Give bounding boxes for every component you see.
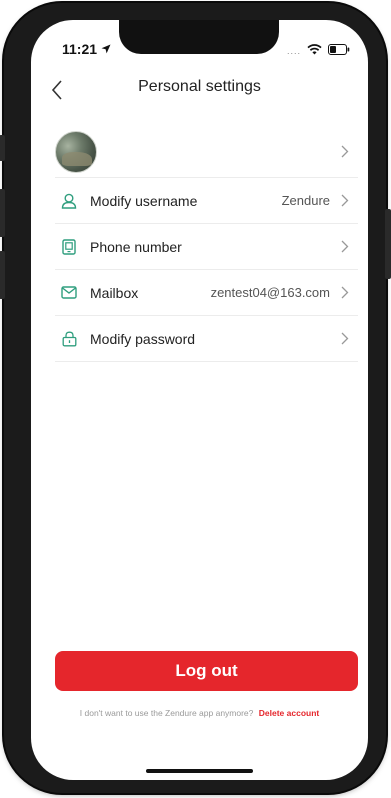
mailbox-value: zentest04@163.com — [210, 285, 330, 300]
status-icons: .... — [287, 42, 350, 60]
settings-list: Modify username Zendure Phone number Mai… — [55, 126, 358, 362]
profile-avatar-row[interactable] — [55, 126, 358, 178]
mail-icon — [58, 282, 80, 304]
mailbox-row[interactable]: Mailbox zentest04@163.com — [55, 270, 358, 316]
page-title: Personal settings — [138, 78, 261, 95]
status-time-text: 11:21 — [62, 41, 98, 57]
user-icon — [58, 190, 80, 212]
phone-icon — [58, 236, 80, 258]
battery-icon — [328, 42, 350, 60]
volume-up-button — [0, 189, 5, 237]
phone-frame: 11:21 .... Personal settings Modify user… — [0, 3, 391, 793]
volume-down-button — [0, 251, 5, 299]
modify-password-row[interactable]: Modify password — [55, 316, 358, 362]
avatar — [55, 130, 97, 173]
username-value: Zendure — [281, 193, 330, 208]
delete-account-link[interactable]: Delete account — [259, 708, 319, 718]
phone-number-row[interactable]: Phone number — [55, 224, 358, 270]
chevron-right-icon — [338, 145, 352, 159]
wifi-icon — [307, 42, 322, 60]
chevron-right-icon — [338, 194, 352, 208]
delete-account-note: I don't want to use the Zendure app anym… — [31, 708, 368, 718]
phone-number-label: Phone number — [90, 238, 182, 255]
home-indicator[interactable] — [146, 769, 253, 773]
location-arrow-icon — [101, 41, 111, 57]
modify-username-label: Modify username — [90, 192, 198, 209]
chevron-right-icon — [338, 332, 352, 346]
mute-switch — [0, 135, 5, 161]
logout-button[interactable]: Log out — [55, 651, 358, 691]
signal-dots: .... — [286, 46, 301, 56]
power-button — [385, 209, 391, 279]
modify-username-row[interactable]: Modify username Zendure — [55, 178, 358, 224]
chevron-right-icon — [338, 286, 352, 300]
chevron-right-icon — [338, 240, 352, 254]
mailbox-label: Mailbox — [90, 284, 139, 301]
lock-icon — [58, 328, 80, 350]
app-screen: 11:21 .... Personal settings Modify user… — [31, 20, 368, 780]
modify-password-label: Modify password — [90, 330, 196, 347]
delete-account-prompt: I don't want to use the Zendure app anym… — [79, 708, 254, 718]
notch — [119, 20, 279, 54]
status-time: 11:21 — [62, 41, 111, 57]
